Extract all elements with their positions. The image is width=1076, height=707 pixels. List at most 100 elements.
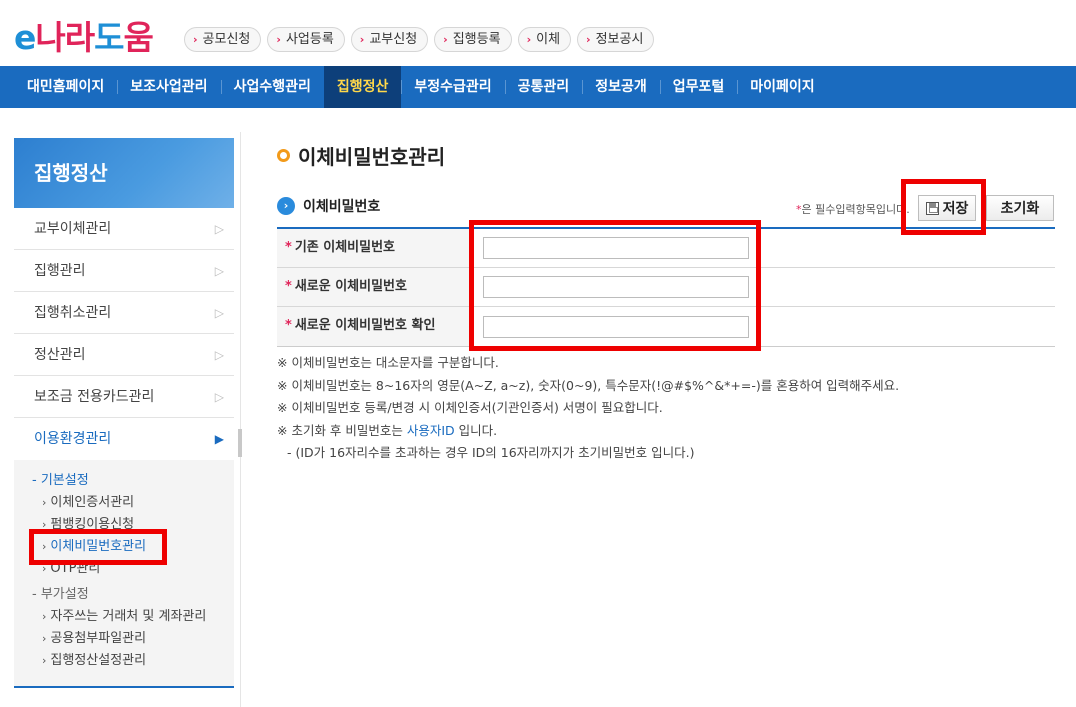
nav-fraud-management[interactable]: 부정수급관리 <box>401 66 504 108</box>
sidebar-item-label: 이용환경관리 <box>34 431 112 447</box>
nav-execution-settlement[interactable]: 집행정산 <box>323 66 402 108</box>
note-password-rules: ※ 이체비밀번호는 8~16자의 영문(A~Z, a~z), 숫자(0~9), … <box>277 377 900 393</box>
nav-common-management[interactable]: 공통관리 <box>504 66 583 108</box>
page-title-text: 이체비밀번호관리 <box>298 145 446 169</box>
password-form: * 기존 이체비밀번호 * 새로운 이체비밀번호 * 새로운 이체비밀번호 확인 <box>277 227 1055 347</box>
logo-um: 움 <box>123 18 154 57</box>
note-case-sensitive: ※ 이체비밀번호는 대소문자를 구분합니다. <box>277 355 499 370</box>
note-text: 입니다. <box>454 422 498 438</box>
note-cert-signature: ※ 이체비밀번호 등록/변경 시 이체인증서(기관인증서) 서명이 필요합니다. <box>277 400 663 415</box>
sidebar-submenu: - 기본설정 › 이체인증서관리 › 펌뱅킹이용신청 › 이체비밀번호관리 › OTP관… <box>14 460 234 688</box>
submenu-item-label: 공용첨부파일관리 <box>50 631 147 646</box>
chevron-right-icon: ▷ <box>214 264 224 278</box>
quick-link-project-register[interactable]: › 사업등록 <box>267 27 345 52</box>
header: e나라도움 › 공모신청 › 사업등록 › 교부신청 › 집행등록 › 이체 › 정보공시 <box>0 0 1076 66</box>
submenu-item-firm-banking[interactable]: › 펌뱅킹이용신청 <box>32 514 234 536</box>
nav-info-disclosure[interactable]: 정보공개 <box>582 66 660 108</box>
required-star: * <box>285 279 292 294</box>
chevron-right-icon: › <box>42 562 47 575</box>
submenu-item-otp[interactable]: › OTP관리 <box>32 558 234 580</box>
quick-link-label: 사업등록 <box>285 32 334 47</box>
main-nav: 대민홈페이지 보조사업관리 사업수행관리 집행정산 부정수급관리 공통관리 정보… <box>0 66 1076 108</box>
quick-link-transfer[interactable]: › 이체 <box>517 27 572 52</box>
chevron-right-icon: › <box>359 33 365 46</box>
chevron-right-icon: › <box>586 33 591 46</box>
logo-e: e <box>14 18 36 57</box>
chevron-right-icon: › <box>42 496 47 509</box>
chevron-right-icon: › <box>42 654 47 667</box>
required-star: * <box>285 318 292 333</box>
form-row-new-password: * 새로운 이체비밀번호 <box>277 268 1055 307</box>
reset-button[interactable]: 초기화 <box>986 195 1054 221</box>
save-button[interactable]: 저장 <box>918 195 976 221</box>
submenu-item-label: 이체인증서관리 <box>50 495 135 510</box>
password-notes: ※ 이체비밀번호는 대소문자를 구분합니다. ※ 이체비밀번호는 8~16자의 … <box>277 352 899 465</box>
quick-link-grant-request[interactable]: › 교부신청 <box>350 27 429 52</box>
circle-bullet-icon <box>277 149 290 162</box>
quick-link-disclosure[interactable]: › 정보공시 <box>577 27 655 52</box>
field-label-text: 새로운 이체비밀번호 확인 <box>294 318 436 333</box>
page-title: 이체비밀번호관리 <box>277 141 445 170</box>
current-password-input[interactable] <box>483 237 749 259</box>
sidebar-item-execution[interactable]: 집행관리 ▷ <box>14 250 234 292</box>
quick-link-label: 교부신청 <box>369 32 418 47</box>
chevron-circle-icon: › <box>277 197 295 215</box>
note-reset-password: ※ 초기화 후 비밀번호는 사용자ID 입니다. <box>277 420 899 443</box>
scrollbar-thumb[interactable] <box>238 429 242 457</box>
sidebar-scrollbar[interactable] <box>238 132 242 707</box>
field-value-cell <box>470 307 1055 346</box>
chevron-right-icon: › <box>42 610 47 623</box>
submenu-item-label: 자주쓰는 거래처 및 계좌관리 <box>50 609 207 624</box>
nav-public-home[interactable]: 대민홈페이지 <box>14 66 117 108</box>
sidebar-item-label: 집행관리 <box>34 263 86 279</box>
quick-link-apply[interactable]: › 공모신청 <box>184 27 262 52</box>
chevron-right-icon: › <box>443 33 448 46</box>
confirm-password-input[interactable] <box>483 315 749 338</box>
field-label: * 새로운 이체비밀번호 <box>277 268 470 306</box>
sidebar-item-label: 교부이체관리 <box>34 221 112 237</box>
required-star: * <box>285 240 292 255</box>
nav-project-management[interactable]: 보조사업관리 <box>117 66 220 108</box>
submenu-item-transfer-cert[interactable]: › 이체인증서관리 <box>32 492 234 514</box>
section-heading-text: 이체비밀번호 <box>303 199 381 215</box>
chevron-right-icon: › <box>526 33 532 46</box>
logo-na: 나 <box>35 18 65 57</box>
note-text: ※ 초기화 후 비밀번호는 <box>277 422 407 438</box>
sidebar-item-environment[interactable]: 이용환경관리 ▶ <box>14 418 234 460</box>
submenu-group-extra: - 부가설정 <box>32 587 89 602</box>
quick-links: › 공모신청 › 사업등록 › 교부신청 › 집행등록 › 이체 › 정보공시 <box>184 27 655 52</box>
submenu-item-shared-attachments[interactable]: › 공용첨부파일관리 <box>32 628 234 650</box>
submenu-item-label: 집행정산설정관리 <box>50 653 147 668</box>
chevron-right-icon: ▷ <box>214 306 224 320</box>
chevron-right-icon: › <box>276 33 281 46</box>
chevron-right-icon: ▷ <box>214 222 224 236</box>
sidebar: 집행정산 교부이체관리 ▷ 집행관리 ▷ 집행취소관리 ▷ 정산관리 ▷ 보조금 전용카… <box>14 138 234 688</box>
chevron-right-icon: › <box>42 518 47 531</box>
logo-ra: 라 <box>64 18 95 57</box>
quick-link-execution-register[interactable]: › 집행등록 <box>434 27 512 52</box>
sidebar-item-settlement[interactable]: 정산관리 ▷ <box>14 334 234 376</box>
field-value-cell <box>470 268 1055 306</box>
quick-link-label: 이체 <box>536 32 561 47</box>
save-button-label: 저장 <box>942 201 969 217</box>
nav-my-page[interactable]: 마이페이지 <box>737 66 827 108</box>
chevron-right-icon: › <box>42 540 47 553</box>
submenu-item-frequent-accounts[interactable]: › 자주쓰는 거래처 및 계좌관리 <box>32 606 234 628</box>
form-row-current-password: * 기존 이체비밀번호 <box>277 229 1055 268</box>
nav-work-portal[interactable]: 업무포털 <box>659 66 738 108</box>
new-password-input[interactable] <box>483 276 749 298</box>
sidebar-item-grant-transfer[interactable]: 교부이체관리 ▷ <box>14 208 234 250</box>
sidebar-item-grant-card[interactable]: 보조금 전용카드관리 ▷ <box>14 376 234 418</box>
nav-project-execution[interactable]: 사업수행관리 <box>220 66 324 108</box>
submenu-item-settlement-settings[interactable]: › 집행정산설정관리 <box>32 650 234 672</box>
e-nara-doum-logo[interactable]: e나라도움 <box>14 18 154 58</box>
chevron-right-icon: › <box>193 33 198 46</box>
reset-button-label: 초기화 <box>1000 201 1040 217</box>
sidebar-title: 집행정산 <box>14 138 234 208</box>
sidebar-item-execution-cancel[interactable]: 집행취소관리 ▷ <box>14 292 234 334</box>
note-reset-detail: - (ID가 16자리수를 초과하는 경우 ID의 16자리까지가 초기비밀번호… <box>287 445 695 460</box>
quick-link-label: 공모신청 <box>202 32 251 47</box>
field-label-text: 새로운 이체비밀번호 <box>294 279 407 294</box>
submenu-item-transfer-password[interactable]: › 이체비밀번호관리 <box>32 536 234 558</box>
logo-do: 도 <box>94 18 124 57</box>
